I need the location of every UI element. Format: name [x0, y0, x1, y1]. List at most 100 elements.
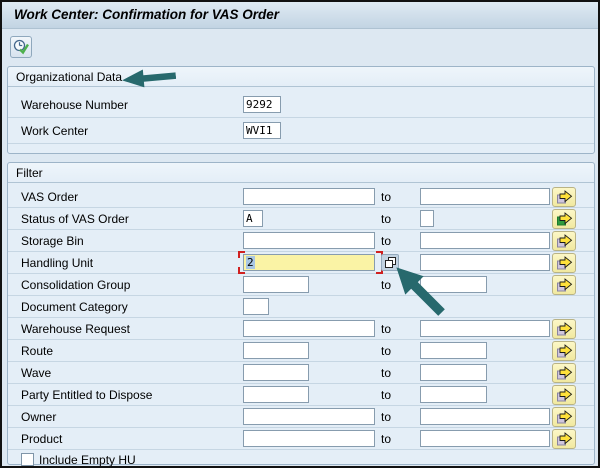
owner-from-field[interactable]	[243, 408, 375, 425]
execute-button[interactable]	[10, 36, 32, 58]
multi-select-arrow-icon	[553, 190, 575, 204]
multi-select-arrow-icon	[553, 432, 575, 446]
multi-select-active-arrow-icon	[553, 212, 575, 226]
to-label: to	[381, 230, 391, 252]
storage-bin-multi-select-button[interactable]	[552, 231, 576, 251]
include-empty-hu-checkbox[interactable]	[21, 453, 34, 466]
status-of-vas-order-label: Status of VAS Order	[21, 208, 129, 230]
route-from-field[interactable]	[243, 342, 309, 359]
warehouse-request-label: Warehouse Request	[21, 318, 130, 340]
warehouse-request-multi-select-button[interactable]	[552, 319, 576, 339]
status-of-vas-order-row: Status of VAS Order to	[8, 208, 594, 230]
multi-select-arrow-icon	[553, 234, 575, 248]
multi-select-arrow-icon	[553, 322, 575, 336]
handling-unit-value-help-button[interactable]	[381, 254, 399, 271]
to-label: to	[381, 186, 391, 208]
party-entitled-multi-select-button[interactable]	[552, 385, 576, 405]
route-label: Route	[21, 340, 53, 362]
consolidation-group-multi-select-button[interactable]	[552, 275, 576, 295]
party-entitled-to-field[interactable]	[420, 386, 487, 403]
handling-unit-to-field[interactable]	[420, 254, 550, 271]
status-multi-select-button-active[interactable]	[552, 209, 576, 229]
work-center-label: Work Center	[21, 118, 88, 144]
status-to-field[interactable]	[420, 210, 434, 227]
include-empty-hu-row: Include Empty HU	[8, 450, 594, 468]
include-empty-hu-label: Include Empty HU	[39, 450, 136, 468]
to-label: to	[381, 340, 391, 362]
work-center-row: Work Center	[8, 118, 594, 144]
execute-clock-check-icon	[11, 39, 31, 55]
consolidation-group-from-field[interactable]	[243, 276, 309, 293]
warehouse-number-label: Warehouse Number	[21, 92, 128, 118]
product-multi-select-button[interactable]	[552, 429, 576, 449]
storage-bin-row: Storage Bin to	[8, 230, 594, 252]
route-multi-select-button[interactable]	[552, 341, 576, 361]
to-label: to	[381, 208, 391, 230]
party-entitled-label: Party Entitled to Dispose	[21, 384, 152, 406]
storage-bin-label: Storage Bin	[21, 230, 84, 252]
work-center-field[interactable]	[243, 122, 281, 139]
consolidation-group-label: Consolidation Group	[21, 274, 130, 296]
multi-select-arrow-icon	[553, 410, 575, 424]
status-from-field[interactable]	[243, 210, 263, 227]
to-label: to	[381, 406, 391, 428]
product-row: Product to	[8, 428, 594, 450]
vas-order-row: VAS Order to	[8, 186, 594, 208]
to-label: to	[381, 318, 391, 340]
warehouse-number-row: Warehouse Number	[8, 92, 594, 118]
multi-select-arrow-icon	[553, 388, 575, 402]
page-title: Work Center: Confirmation for VAS Order	[14, 7, 279, 22]
wave-to-field[interactable]	[420, 364, 487, 381]
consolidation-group-to-field[interactable]	[420, 276, 487, 293]
vas-order-to-field[interactable]	[420, 188, 550, 205]
window-title-bar: Work Center: Confirmation for VAS Order	[2, 2, 598, 29]
vas-order-multi-select-button[interactable]	[552, 187, 576, 207]
multi-select-arrow-icon	[553, 344, 575, 358]
overlapping-squares-icon	[382, 256, 398, 269]
route-row: Route to	[8, 340, 594, 362]
vas-order-from-field[interactable]	[243, 188, 375, 205]
toolbar	[2, 29, 598, 63]
warehouse-request-from-field[interactable]	[243, 320, 375, 337]
owner-row: Owner to	[8, 406, 594, 428]
app-window: Work Center: Confirmation for VAS Order …	[0, 0, 600, 468]
warehouse-request-row: Warehouse Request to	[8, 318, 594, 340]
organizational-data-group: Organizational Data Warehouse Number Wor…	[7, 66, 595, 154]
to-label: to	[381, 384, 391, 406]
multi-select-arrow-icon	[553, 256, 575, 270]
consolidation-group-row: Consolidation Group to	[8, 274, 594, 296]
handling-unit-multi-select-button[interactable]	[552, 253, 576, 273]
party-entitled-from-field[interactable]	[243, 386, 309, 403]
wave-label: Wave	[21, 362, 51, 384]
vas-order-label: VAS Order	[21, 186, 78, 208]
multi-select-arrow-icon	[553, 278, 575, 292]
owner-label: Owner	[21, 406, 56, 428]
handling-unit-label: Handling Unit	[21, 252, 93, 274]
multi-select-arrow-icon	[553, 366, 575, 380]
organizational-data-title: Organizational Data	[8, 67, 594, 87]
wave-from-field[interactable]	[243, 364, 309, 381]
handling-unit-row: Handling Unit 2	[8, 252, 594, 274]
to-label: to	[381, 274, 391, 296]
to-label: to	[381, 362, 391, 384]
document-category-field[interactable]	[243, 298, 269, 315]
wave-multi-select-button[interactable]	[552, 363, 576, 383]
document-category-label: Document Category	[21, 296, 128, 318]
product-to-field[interactable]	[420, 430, 550, 447]
filter-group: Filter VAS Order to Status of VAS Order …	[7, 162, 595, 465]
owner-multi-select-button[interactable]	[552, 407, 576, 427]
handling-unit-from-field[interactable]: 2	[243, 254, 375, 271]
filter-title: Filter	[8, 163, 594, 183]
storage-bin-to-field[interactable]	[420, 232, 550, 249]
warehouse-request-to-field[interactable]	[420, 320, 550, 337]
storage-bin-from-field[interactable]	[243, 232, 375, 249]
product-from-field[interactable]	[243, 430, 375, 447]
route-to-field[interactable]	[420, 342, 487, 359]
to-label: to	[381, 428, 391, 450]
owner-to-field[interactable]	[420, 408, 550, 425]
party-entitled-row: Party Entitled to Dispose to	[8, 384, 594, 406]
wave-row: Wave to	[8, 362, 594, 384]
product-label: Product	[21, 428, 62, 450]
selected-text: 2	[246, 256, 255, 269]
warehouse-number-field[interactable]	[243, 96, 281, 113]
